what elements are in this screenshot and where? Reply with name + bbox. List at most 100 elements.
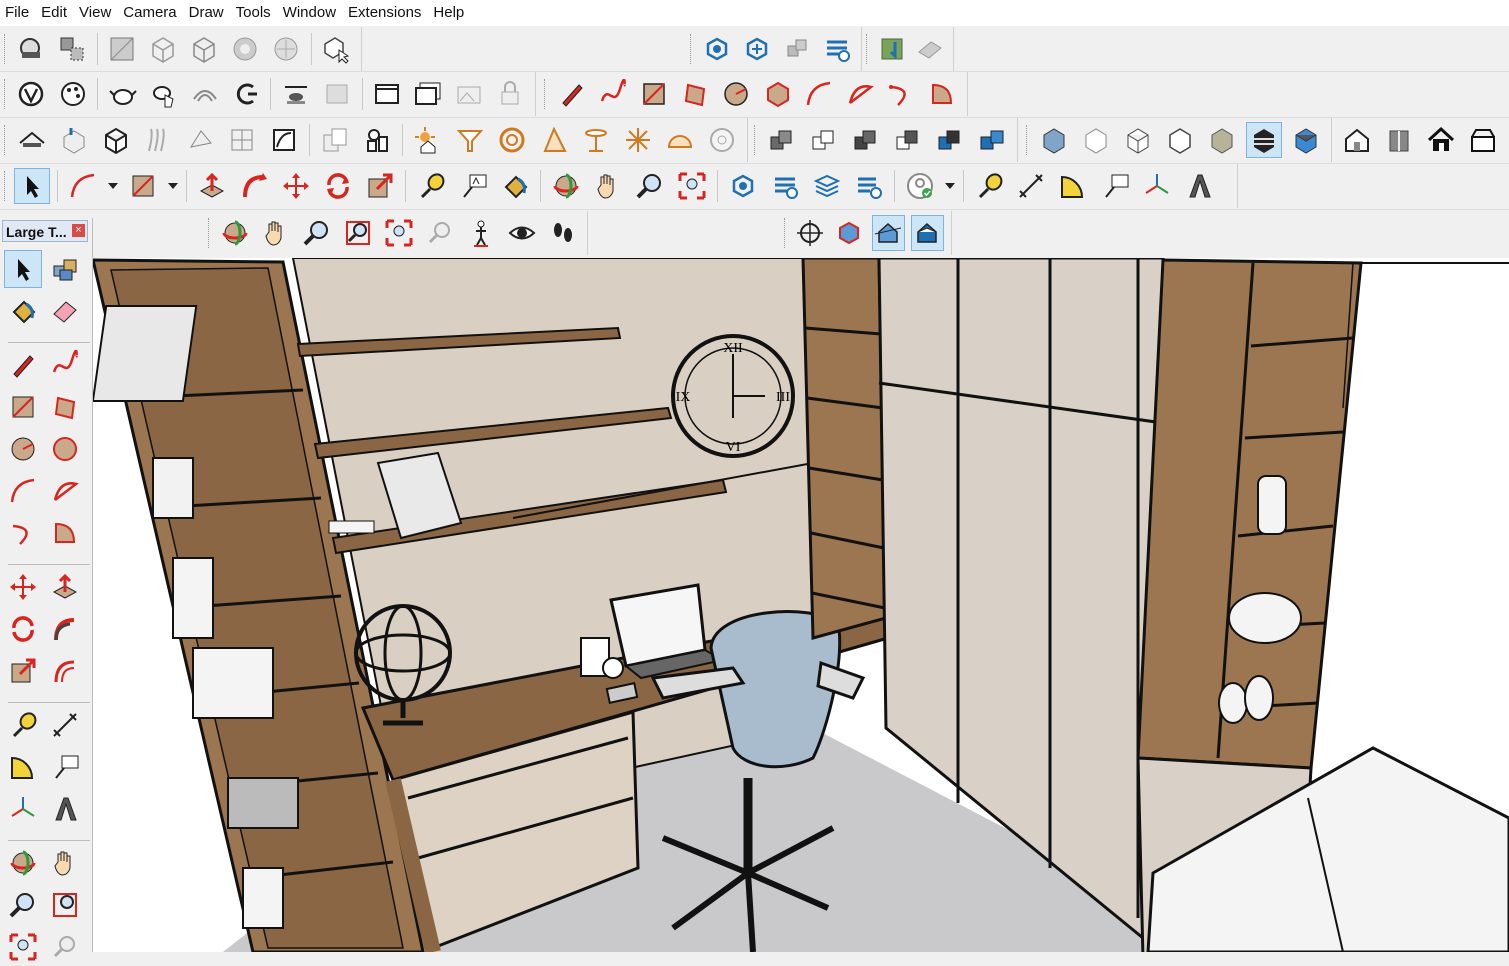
sandbox-icon[interactable] (187, 76, 222, 112)
home-icon[interactable] (1423, 122, 1459, 158)
line-tool-icon[interactable] (4, 346, 42, 384)
menu-draw[interactable]: Draw (183, 0, 230, 26)
freehand-tool-icon[interactable] (46, 346, 84, 384)
teapot-hand-icon[interactable] (146, 76, 181, 112)
3d-text-icon[interactable] (1181, 168, 1217, 204)
bottom-view-icon[interactable] (1288, 122, 1324, 158)
zoom-extents-camera-icon[interactable] (382, 215, 417, 251)
text-palette-icon[interactable] (46, 748, 84, 786)
move-icon[interactable] (278, 168, 314, 204)
tape-palette-icon[interactable] (4, 706, 42, 744)
section-cuts-icon[interactable] (767, 168, 803, 204)
rotate-icon[interactable] (320, 168, 356, 204)
axes-icon[interactable] (1139, 168, 1175, 204)
outer-shell-icon[interactable] (317, 122, 353, 158)
rotated-rectangle-icon[interactable] (678, 76, 713, 112)
styles-icon[interactable] (14, 76, 49, 112)
paint-bucket-icon[interactable] (497, 168, 533, 204)
protractor-palette-icon[interactable] (4, 748, 42, 786)
rotated-rectangle-tool-icon[interactable] (46, 388, 84, 426)
front-view-icon[interactable] (1120, 122, 1156, 158)
flip-edge-icon[interactable] (182, 122, 218, 158)
back-view-icon[interactable] (1204, 122, 1240, 158)
polygon-icon[interactable] (760, 76, 795, 112)
solar-north-icon[interactable] (410, 122, 446, 158)
zoom-camera-icon[interactable] (300, 215, 335, 251)
walk-icon[interactable] (545, 215, 580, 251)
text-tool-icon[interactable] (1097, 168, 1133, 204)
pan-camera-icon[interactable] (259, 215, 294, 251)
previous-view-icon[interactable] (422, 215, 457, 251)
section-fill-icon[interactable] (820, 31, 854, 67)
orbit-palette-icon[interactable] (4, 844, 42, 882)
move-palette-icon[interactable] (4, 568, 42, 606)
scenes-icon[interactable] (370, 76, 405, 112)
zoom-extents-icon[interactable] (674, 168, 710, 204)
pan-icon[interactable] (590, 168, 626, 204)
previous-palette-icon[interactable] (46, 928, 84, 966)
push-pull-palette-icon[interactable] (46, 568, 84, 606)
burst-icon[interactable] (620, 122, 656, 158)
solid-union-icon[interactable] (848, 122, 884, 158)
polygon-tool-icon[interactable] (46, 430, 84, 468)
shaded-icon[interactable] (228, 31, 263, 67)
hidden-line-icon[interactable] (187, 31, 222, 67)
axes-palette-icon[interactable] (4, 790, 42, 828)
house-icon[interactable] (1339, 122, 1375, 158)
display-section-cuts-icon[interactable] (871, 215, 905, 251)
sandbox-scratch-icon[interactable] (140, 122, 176, 158)
dome-icon[interactable] (662, 122, 698, 158)
scale-palette-icon[interactable] (4, 652, 42, 690)
section-boxes-icon[interactable] (780, 31, 814, 67)
orbit-icon[interactable] (548, 168, 584, 204)
add-location-icon[interactable] (876, 31, 908, 67)
orbit-camera-icon[interactable] (218, 215, 253, 251)
zoom-extents-palette-icon[interactable] (4, 928, 42, 966)
teapot-icon[interactable] (105, 76, 140, 112)
paint-palette-icon[interactable] (55, 76, 90, 112)
follow-me-palette-icon[interactable] (46, 610, 84, 648)
chevron-down-icon[interactable] (164, 168, 182, 204)
display-section-planes-icon[interactable] (833, 215, 866, 251)
three-point-arc-palette-icon[interactable] (4, 514, 42, 552)
palette-header[interactable]: Large T... × (2, 220, 88, 242)
solid-split-icon[interactable] (974, 122, 1010, 158)
iso-view-icon[interactable] (1036, 122, 1072, 158)
freehand-icon[interactable] (595, 76, 630, 112)
zoom-window-palette-icon[interactable] (46, 886, 84, 924)
sphere-icon[interactable] (704, 122, 740, 158)
follow-me-icon[interactable] (236, 168, 272, 204)
menu-file[interactable]: File (0, 0, 35, 26)
three-point-arc-icon[interactable] (884, 76, 919, 112)
menu-tools[interactable]: Tools (230, 0, 277, 26)
two-point-arc-palette-icon[interactable] (46, 472, 84, 510)
arc-palette-icon[interactable] (4, 472, 42, 510)
circle-icon[interactable] (719, 76, 754, 112)
tape-measure-icon[interactable] (413, 168, 449, 204)
smoove-icon[interactable] (266, 122, 302, 158)
left-view-icon[interactable] (1246, 122, 1282, 158)
add-detail-icon[interactable] (224, 122, 260, 158)
scene-teapot-icon[interactable] (411, 76, 446, 112)
arc-icon[interactable] (801, 76, 836, 112)
chevron-down-icon[interactable] (104, 168, 122, 204)
zoom-palette-icon[interactable] (4, 886, 42, 924)
section-plane-tool-icon[interactable] (794, 215, 827, 251)
intersect-icon[interactable] (359, 122, 395, 158)
scale-icon[interactable] (362, 168, 398, 204)
shaded-textures-icon[interactable] (269, 31, 304, 67)
menu-window[interactable]: Window (277, 0, 342, 26)
pencil-icon[interactable] (554, 76, 589, 112)
toggle-terrain-icon[interactable] (914, 31, 946, 67)
close-icon[interactable]: × (72, 224, 85, 237)
pie-palette-icon[interactable] (46, 514, 84, 552)
section-plane-icon[interactable] (700, 31, 734, 67)
two-point-arc-icon[interactable] (842, 76, 877, 112)
dimension-palette-icon[interactable] (46, 706, 84, 744)
protractor-icon[interactable] (1055, 168, 1091, 204)
pie-icon[interactable] (925, 76, 960, 112)
chevron-down-icon[interactable] (941, 168, 959, 204)
section-display-icon[interactable] (725, 168, 761, 204)
position-camera-icon[interactable] (463, 215, 498, 251)
pan-palette-icon[interactable] (46, 844, 84, 882)
